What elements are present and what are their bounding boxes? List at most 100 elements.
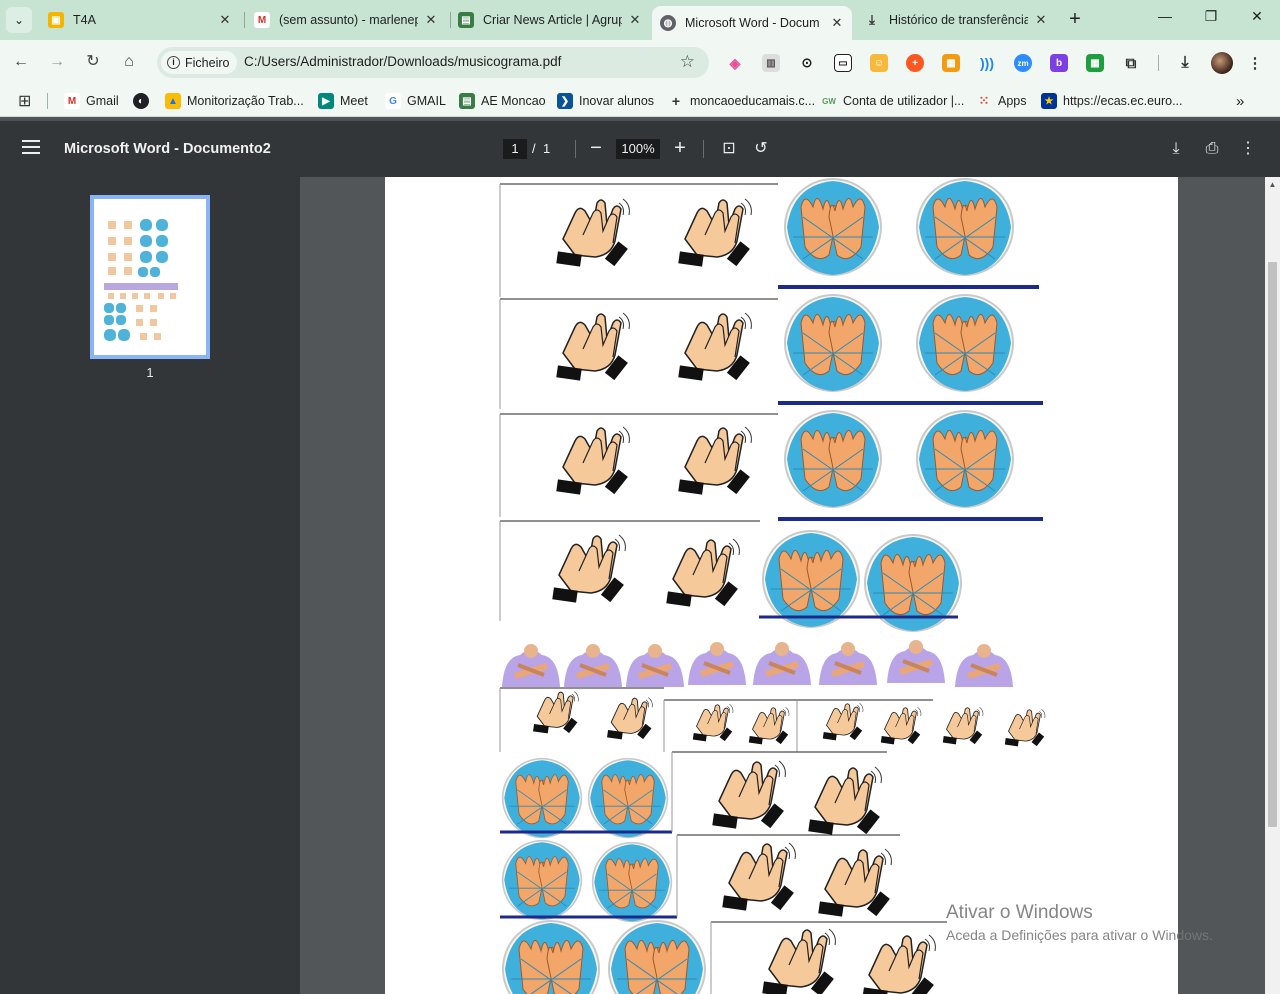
gmail-icon: M [64,93,80,109]
scrollbar-thumb[interactable] [1268,262,1277,827]
inovar-icon: ❯ [557,93,573,109]
chevron-down-icon: ⌄ [13,13,25,27]
download-icon[interactable]: ⤓ [1176,54,1194,72]
tab-title: Histórico de transferência [889,13,1028,27]
bookmark-ae-moncao[interactable]: ▤ AE Moncao [459,92,546,110]
site-info-chip[interactable]: i Ficheiro [161,51,238,74]
extension-icon[interactable]: ▦ [1086,54,1104,72]
bookmark-meet[interactable]: ▶ Meet [318,92,368,110]
thumbnail-preview [104,219,178,341]
bookmark-apps[interactable]: ⁙ Apps [976,92,1027,110]
extension-icon[interactable]: ▦ [942,54,960,72]
apps-grid-icon[interactable]: ⊞ [18,92,31,110]
tab-t4a[interactable]: ▣ T4A ✕ [40,6,240,34]
scroll-up-icon[interactable]: ▲ [1265,180,1280,189]
page-separator: / [532,141,536,156]
close-icon[interactable]: ✕ [424,12,438,28]
bookmark-ecas[interactable]: ★ https://ecas.ec.euro... [1041,92,1183,110]
print-icon[interactable]: ⎙ [1201,138,1223,160]
bookmark-star-icon[interactable]: ☆ [680,52,695,72]
thumbnail-page-number: 1 [146,365,154,380]
fit-page-icon[interactable]: ⊡ [718,138,740,160]
close-icon[interactable]: ✕ [1034,12,1048,28]
download-icon[interactable]: ⤓ [1165,138,1187,160]
home-button[interactable]: ⌂ [118,51,140,73]
drive-icon: ▲ [165,93,181,109]
close-icon[interactable]: ✕ [218,12,232,28]
zoom-out-button[interactable]: − [585,135,607,161]
page-number-input[interactable]: 1 [503,139,527,159]
new-tab-button[interactable]: + [1064,8,1086,30]
pdf-page [385,177,1178,994]
tab-title: Microsoft Word - Docum [685,16,820,30]
tab-title: T4A [73,13,96,27]
browser-toolbar: ← → ↻ ⌂ i Ficheiro C:/Users/Administrado… [0,40,1280,85]
thumbnail-sidebar: 1 [0,177,300,994]
puzzle-icon[interactable]: ⧉ [1122,54,1140,72]
google-icon: G [385,93,401,109]
extension-icon[interactable]: ☺ [870,54,888,72]
close-window-button[interactable]: ✕ [1234,8,1280,25]
tab-search-button[interactable]: ⌄ [6,7,32,33]
pdf-toolbar: Microsoft Word - Documento2 1 / 1 − 100%… [0,121,1280,177]
minimize-button[interactable]: — [1142,8,1188,24]
meet-icon: ▶ [318,93,334,109]
more-vert-icon[interactable]: ⋮ [1237,138,1259,160]
close-icon[interactable]: ✕ [830,15,844,31]
bookmark-inovar[interactable]: ❯ Inovar alunos [557,92,654,110]
extension-icon[interactable]: + [906,54,924,72]
tab-gmail[interactable]: M (sem assunto) - marlenep ✕ [246,6,446,34]
plus-icon: + [671,93,681,109]
back-button[interactable]: ← [10,51,32,73]
pdf-viewer[interactable] [300,177,1265,994]
zoom-in-button[interactable]: + [669,135,691,161]
chip-label: Ficheiro [185,55,230,70]
reload-button[interactable]: ↻ [82,51,104,73]
info-icon: i [167,56,180,69]
reader-icon[interactable]: ▥ [762,54,780,72]
extension-icon[interactable]: ◈ [726,54,744,72]
windows-activation-watermark: Ativar o Windows Aceda a Definições para… [946,902,1213,943]
eu-flag-icon: ★ [1041,93,1057,109]
site-icon: GW [822,96,836,106]
classroom-icon: ▣ [48,12,64,28]
bookmark-monitorizacao[interactable]: ▲ Monitorização Trab... [165,92,304,110]
tab-downloads[interactable]: ⤓ Histórico de transferência ✕ [856,6,1056,34]
watermark-title: Ativar o Windows [946,902,1093,923]
vertical-scrollbar[interactable]: ▲ [1265,177,1280,994]
site-icon: ▤ [459,93,475,109]
restore-button[interactable]: ❐ [1188,8,1234,25]
download-icon: ⤓ [869,12,875,27]
extension-icon[interactable]: ))) [978,54,996,72]
bookmark-gmail-2[interactable]: G GMAIL [385,92,446,110]
avatar[interactable] [1211,52,1233,74]
tab-pdf-active[interactable]: ◍ Microsoft Word - Docum ✕ [652,6,852,40]
globe-icon: ◍ [660,15,676,31]
bookmark-gmail[interactable]: M Gmail [64,92,119,110]
zoom-extension-icon[interactable]: zm [1014,54,1032,72]
more-vert-icon[interactable]: ⋮ [1246,54,1264,72]
tab-news-article[interactable]: ▤ Criar News Article | Agrup ✕ [450,6,650,34]
tab-title: (sem assunto) - marlenep [279,13,418,27]
bookmark-conta-utilizador[interactable]: GW Conta de utilizador |... [821,92,964,110]
url-text[interactable]: C:/Users/Administrador/Downloads/musicog… [244,54,561,69]
rotate-icon[interactable]: ↺ [750,138,772,160]
close-icon[interactable]: ✕ [628,12,642,28]
extension-icon[interactable]: ⊙ [798,54,816,72]
gmail-icon: M [254,12,270,28]
forward-button[interactable]: → [46,51,68,73]
bookmarks-bar: ⊞ M Gmail ◐ ▲ Monitorização Trab... ▶ Meet … [0,85,1280,117]
extension-icon[interactable]: b [1050,54,1068,72]
zoom-input[interactable]: 100% [616,139,660,159]
bookmark-unnamed[interactable]: ◐ [133,92,155,110]
bookmark-moncaoeducamais[interactable]: + moncaoeducamais.c... [668,92,815,110]
extension-icon[interactable]: ▭ [834,54,852,72]
more-bookmarks-icon[interactable]: » [1236,92,1244,110]
musicogram-content [498,178,1046,994]
address-bar[interactable]: i Ficheiro C:/Users/Administrador/Downlo… [157,47,709,78]
tab-strip: ⌄ ▣ T4A ✕ M (sem assunto) - marlenep ✕ ▤… [0,0,1280,40]
menu-icon[interactable] [22,140,40,154]
page-thumbnail[interactable] [90,195,210,359]
site-icon: ▤ [458,12,474,28]
tab-title: Criar News Article | Agrup [483,13,622,27]
